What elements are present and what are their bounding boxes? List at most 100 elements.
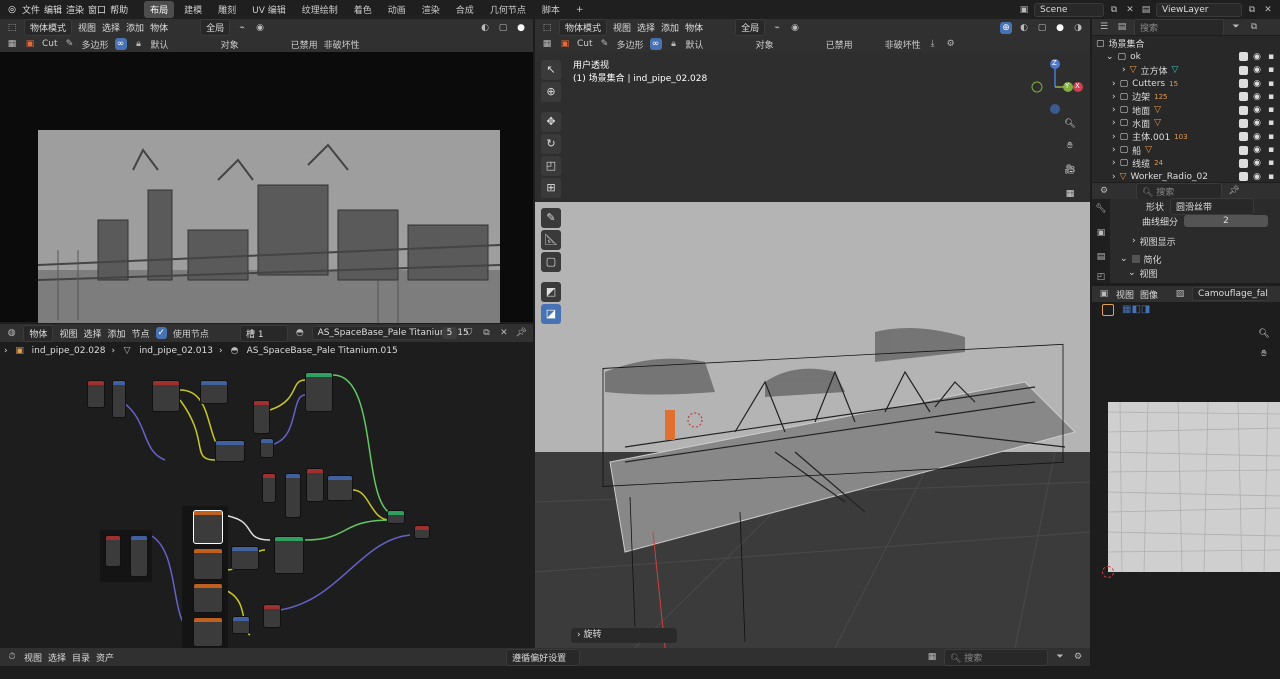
nondestructive-label[interactable]: 非破坏性 bbox=[324, 38, 360, 51]
checkbox[interactable] bbox=[1239, 118, 1248, 128]
node[interactable] bbox=[327, 475, 353, 501]
outliner-item[interactable]: › ▢ 主体.001 103 ◉ ▪ bbox=[1092, 130, 1280, 144]
link-icon[interactable]: ∞ bbox=[649, 38, 662, 50]
menu-select[interactable]: 选择 bbox=[102, 21, 120, 34]
object-label[interactable]: 对象 bbox=[221, 38, 239, 51]
eye-icon[interactable]: ◉ bbox=[1252, 65, 1262, 75]
pin-icon[interactable]: 📌︎ bbox=[516, 327, 527, 339]
node[interactable] bbox=[105, 535, 121, 567]
mode-selector[interactable]: 物体模式 bbox=[559, 19, 608, 36]
breadcrumb-mesh[interactable]: ind_pipe_02.013 bbox=[139, 346, 213, 356]
checkbox[interactable] bbox=[1239, 65, 1248, 75]
image-selector[interactable]: Camouflage_fabric_0 bbox=[1192, 287, 1269, 301]
proportional-icon[interactable]: ◉ bbox=[254, 22, 266, 34]
tab-uv[interactable]: UV 编辑 bbox=[246, 1, 292, 18]
eye-icon[interactable]: ◉ bbox=[1252, 52, 1262, 62]
preferences-dropdown[interactable]: 遵循偏好设置 bbox=[506, 648, 581, 666]
image-canvas[interactable]: ▦◧◨ 🔍︎ ✋︎ bbox=[1092, 302, 1280, 648]
copy-icon[interactable]: ⧉ bbox=[481, 327, 492, 339]
node[interactable] bbox=[387, 510, 405, 524]
node[interactable] bbox=[414, 525, 430, 539]
slot-selector[interactable]: 槽 1 bbox=[239, 324, 289, 342]
checkbox[interactable] bbox=[1239, 52, 1248, 62]
node[interactable] bbox=[193, 617, 223, 647]
menu-object[interactable]: 物体 bbox=[150, 21, 168, 34]
checkbox[interactable] bbox=[1239, 105, 1248, 115]
eye-icon[interactable]: ◉ bbox=[1252, 145, 1262, 155]
snap-icon[interactable]: ⌁ bbox=[236, 22, 248, 34]
node[interactable] bbox=[285, 473, 301, 518]
object-label[interactable]: 对象 bbox=[756, 38, 774, 51]
grid-view-icon[interactable]: ▦ bbox=[926, 651, 938, 663]
filter-icon[interactable]: ⏷ bbox=[1230, 21, 1242, 33]
menu-view[interactable]: 视图 bbox=[1116, 288, 1134, 301]
camera-icon[interactable]: ▪ bbox=[1266, 65, 1276, 75]
camera-icon[interactable]: ▪ bbox=[1266, 145, 1276, 155]
camera-icon[interactable]: ▪ bbox=[1266, 118, 1276, 128]
proportional-icon[interactable]: ◉ bbox=[789, 22, 801, 34]
checkbox[interactable] bbox=[1239, 145, 1248, 155]
shading-solid-icon[interactable]: ● bbox=[515, 22, 527, 34]
shape-dropdown[interactable]: 圆滑丝带 bbox=[1170, 197, 1254, 215]
tab-rendering[interactable]: 渲染 bbox=[416, 1, 446, 18]
properties-type-icon[interactable]: ⚙ bbox=[1098, 185, 1110, 197]
menu-view[interactable]: 视图 bbox=[78, 21, 96, 34]
move-tool-icon[interactable]: ✥ bbox=[541, 112, 561, 132]
settings-gear-icon[interactable]: ⚙ bbox=[1072, 651, 1084, 663]
measure-tool-icon[interactable]: 📐︎ bbox=[541, 230, 561, 250]
checkbox[interactable] bbox=[1239, 132, 1248, 142]
nondestructive-label[interactable]: 非破坏性 bbox=[885, 38, 921, 51]
menu-node[interactable]: 节点 bbox=[131, 327, 149, 340]
disabled-label[interactable]: 已禁用 bbox=[291, 38, 318, 51]
outliner-search[interactable]: 搜索 bbox=[1134, 19, 1224, 35]
image-editor-type-icon[interactable]: ▣ bbox=[1098, 288, 1110, 300]
node[interactable] bbox=[200, 380, 228, 404]
outliner-item[interactable]: › ▢ 地面 ▽ ◉ ▪ bbox=[1092, 103, 1280, 117]
viewport-display-section[interactable]: › 视图显示 bbox=[1110, 234, 1280, 248]
camera-icon[interactable]: 🎥︎ bbox=[1064, 164, 1076, 176]
editor-type-icon[interactable]: ⬚ bbox=[6, 22, 18, 34]
camera-icon[interactable]: ▪ bbox=[1266, 172, 1276, 182]
menu-edit[interactable]: 编辑 bbox=[44, 3, 62, 16]
blender-logo-icon[interactable]: ◎ bbox=[6, 4, 18, 16]
menu-add[interactable]: 添加 bbox=[107, 327, 125, 340]
simplify-section[interactable]: ⌄ 简化 bbox=[1110, 252, 1280, 266]
grid-view-icon[interactable]: ▦ bbox=[1064, 188, 1076, 200]
zoom-icon[interactable]: 🔍︎ bbox=[1064, 118, 1076, 130]
output-tab-icon[interactable]: ▤ bbox=[1095, 251, 1107, 263]
cursor-2d-icon[interactable] bbox=[1102, 566, 1114, 578]
pan-hand-icon[interactable]: ✋︎ bbox=[1258, 348, 1270, 360]
transform-orientation[interactable]: 全局 bbox=[735, 19, 766, 36]
delete-icon[interactable]: ✕ bbox=[1262, 4, 1274, 16]
tab-scripting[interactable]: 脚本 bbox=[536, 1, 566, 18]
eye-icon[interactable]: ◉ bbox=[1252, 79, 1262, 89]
scene-tab-icon[interactable]: ◰ bbox=[1095, 271, 1107, 283]
unlink-icon[interactable]: ✕ bbox=[498, 327, 509, 339]
annotate-tool-icon[interactable]: ✎ bbox=[541, 208, 561, 228]
shading-material-icon[interactable]: ◑ bbox=[1072, 22, 1084, 34]
selection-mode-icons[interactable]: ▦◧◨ bbox=[1122, 304, 1150, 315]
rotate-tool-icon[interactable]: ↻ bbox=[541, 134, 561, 154]
shape-label[interactable]: 多边形 bbox=[82, 38, 109, 51]
tab-geometry-nodes[interactable]: 几何节点 bbox=[484, 1, 532, 18]
node[interactable] bbox=[231, 546, 259, 570]
tab-layout[interactable]: 布局 bbox=[144, 1, 175, 18]
pin-icon[interactable]: 📌︎ bbox=[1228, 185, 1240, 197]
mode-selector[interactable]: 物体模式 bbox=[24, 19, 73, 36]
editor-type-icon[interactable]: ⬚ bbox=[541, 22, 553, 34]
display-mode-icon[interactable]: ▤ bbox=[1116, 21, 1128, 33]
node[interactable] bbox=[253, 400, 270, 434]
node[interactable] bbox=[193, 510, 223, 544]
add-workspace-button[interactable]: + bbox=[570, 3, 590, 17]
cut-icon[interactable]: ▣ bbox=[559, 38, 571, 50]
checkbox[interactable] bbox=[1239, 158, 1248, 168]
cut-label[interactable]: Cut bbox=[42, 39, 58, 49]
use-nodes-checkbox[interactable]: ✓ bbox=[155, 327, 167, 339]
tool-tab-icon[interactable]: 🔧︎ bbox=[1095, 203, 1107, 215]
download-icon[interactable]: ⤓ bbox=[927, 38, 939, 50]
node[interactable] bbox=[193, 548, 223, 580]
outliner-item[interactable]: › ▽ Worker_Radio_02 ◉ ▪ bbox=[1092, 170, 1280, 183]
node[interactable] bbox=[87, 380, 105, 408]
menu-file[interactable]: 文件 bbox=[22, 3, 40, 16]
pivot-label[interactable]: 默认 bbox=[686, 38, 704, 51]
